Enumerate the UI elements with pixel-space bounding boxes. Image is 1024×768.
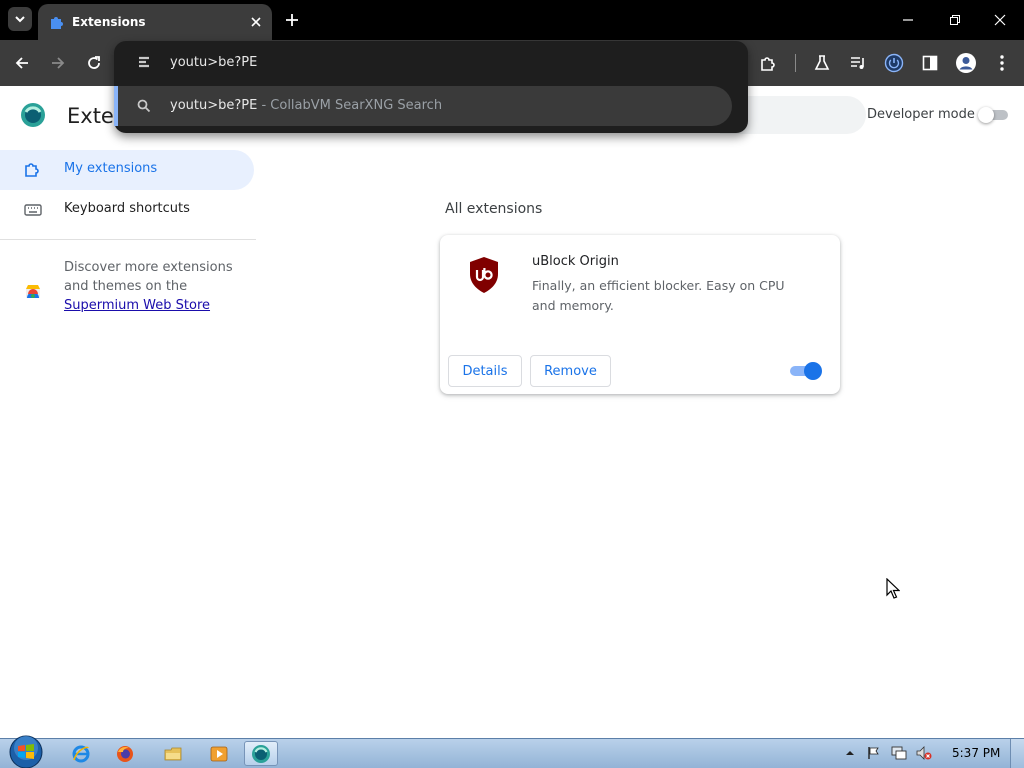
media-controls-icon bbox=[851, 57, 864, 69]
taskbar-file-explorer[interactable] bbox=[156, 741, 190, 766]
taskbar-media-player[interactable] bbox=[202, 741, 236, 766]
web-store-link[interactable]: Supermium Web Store bbox=[64, 298, 210, 313]
close-window-button[interactable] bbox=[988, 8, 1012, 32]
ublock-shield-icon bbox=[470, 257, 498, 293]
extension-enable-toggle[interactable] bbox=[788, 362, 822, 380]
forward-arrow-icon bbox=[52, 57, 65, 69]
tab-title: Extensions bbox=[72, 15, 146, 29]
tab-extensions[interactable]: Extensions bbox=[38, 4, 272, 40]
minimize-button[interactable] bbox=[896, 8, 920, 32]
labs-button[interactable] bbox=[810, 51, 834, 75]
suggestion-selected-indicator bbox=[114, 86, 118, 126]
sidebar-item-label: My extensions bbox=[64, 161, 158, 176]
web-store-description: Discover more extensions and themes on t… bbox=[64, 260, 233, 294]
suggestion-text: youtu>be?PE - CollabVM SearXNG Search bbox=[170, 98, 442, 113]
sidebar-item-label: Keyboard shortcuts bbox=[64, 201, 190, 216]
network-tray[interactable] bbox=[891, 745, 907, 761]
extensions-puzzle-icon bbox=[761, 57, 775, 71]
chevron-down-icon bbox=[15, 16, 25, 23]
close-tab-button[interactable] bbox=[248, 14, 264, 30]
forward-button[interactable] bbox=[46, 51, 70, 75]
address-input[interactable]: youtu>be?PE bbox=[170, 55, 257, 70]
restore-icon bbox=[950, 15, 960, 25]
suggestion-source: - CollabVM SearXNG Search bbox=[257, 98, 443, 113]
volume-tray[interactable] bbox=[916, 745, 932, 761]
web-store-text: Discover more extensions and themes on t… bbox=[64, 258, 240, 315]
new-tab-button[interactable] bbox=[282, 10, 302, 30]
taskbar-firefox[interactable] bbox=[108, 741, 142, 766]
volume-muted-icon bbox=[916, 746, 932, 760]
taskbar-internet-explorer[interactable] bbox=[64, 741, 98, 766]
taskbar-clock[interactable]: 5:37 PM bbox=[952, 746, 1000, 760]
web-store-promo: Discover more extensions and themes on t… bbox=[0, 258, 256, 318]
kebab-menu-icon bbox=[1000, 55, 1004, 71]
extensions-puzzle-icon bbox=[51, 17, 63, 29]
developer-mode-label: Developer mode bbox=[867, 107, 975, 122]
search-icon bbox=[137, 99, 151, 113]
labs-flask-icon bbox=[814, 55, 830, 70]
sidebar-divider bbox=[0, 239, 256, 240]
supermium-icon bbox=[21, 103, 45, 127]
windows-start-icon[interactable] bbox=[8, 735, 44, 768]
omnibox-suggestion[interactable]: youtu>be?PE - CollabVM SearXNG Search bbox=[114, 86, 732, 126]
taskbar-supermium[interactable] bbox=[244, 741, 278, 766]
reload-button[interactable] bbox=[82, 51, 106, 75]
restore-button[interactable] bbox=[943, 8, 967, 32]
show-hidden-icons-button[interactable] bbox=[842, 745, 858, 761]
profile-button[interactable] bbox=[954, 51, 978, 75]
site-info-icon bbox=[139, 56, 149, 68]
action-center-tray[interactable] bbox=[866, 745, 882, 761]
developer-mode-toggle[interactable] bbox=[978, 107, 1010, 123]
section-title: All extensions bbox=[445, 201, 543, 217]
toggle-knob bbox=[804, 362, 822, 380]
chevron-up-icon bbox=[846, 751, 854, 755]
firefox-icon bbox=[117, 745, 133, 762]
profile-icon bbox=[956, 53, 976, 73]
extension-description: Finally, an efficient blocker. Easy on C… bbox=[532, 278, 785, 313]
omnibox-popup: youtu>be?PE youtu>be?PE - CollabVM SearX… bbox=[114, 41, 748, 133]
sidebar-item-keyboard-shortcuts[interactable]: Keyboard shortcuts bbox=[0, 190, 254, 230]
extension-name: uBlock Origin bbox=[532, 254, 619, 269]
toolbar-separator bbox=[795, 54, 796, 72]
address-bar[interactable]: youtu>be?PE bbox=[114, 41, 748, 85]
network-icon bbox=[891, 746, 907, 760]
reload-icon bbox=[88, 56, 100, 69]
tab-search-button[interactable] bbox=[8, 7, 32, 31]
web-store-icon bbox=[26, 285, 40, 298]
toggle-knob bbox=[978, 107, 994, 123]
supermium-icon bbox=[252, 744, 270, 763]
extension-card-ublock: uBlock Origin Finally, an efficient bloc… bbox=[440, 235, 840, 394]
mouse-cursor-icon bbox=[886, 578, 900, 599]
tab-strip: Extensions bbox=[0, 0, 1024, 40]
file-explorer-icon bbox=[164, 747, 182, 760]
side-panel-button[interactable] bbox=[918, 51, 942, 75]
details-button[interactable]: Details bbox=[448, 355, 522, 387]
remove-button[interactable]: Remove bbox=[530, 355, 611, 387]
suggestion-query: youtu>be?PE bbox=[170, 98, 258, 113]
keyboard-icon bbox=[24, 204, 42, 216]
close-icon bbox=[994, 14, 1006, 26]
media-player-icon bbox=[210, 746, 228, 761]
power-icon bbox=[884, 53, 904, 73]
back-arrow-icon bbox=[15, 57, 28, 69]
show-desktop-button[interactable] bbox=[1010, 739, 1024, 768]
media-controls-button[interactable] bbox=[846, 51, 870, 75]
plus-icon bbox=[286, 14, 298, 26]
minimize-icon bbox=[903, 19, 913, 21]
ublock-toolbar-button[interactable] bbox=[882, 51, 906, 75]
internet-explorer-icon bbox=[72, 745, 90, 762]
flag-icon bbox=[868, 747, 879, 759]
side-panel-icon bbox=[922, 55, 938, 71]
back-button[interactable] bbox=[10, 51, 34, 75]
extensions-puzzle-icon bbox=[25, 163, 39, 177]
sidebar-item-my-extensions[interactable]: My extensions bbox=[0, 150, 254, 190]
close-icon bbox=[251, 17, 261, 27]
extensions-button[interactable] bbox=[756, 51, 780, 75]
menu-button[interactable] bbox=[990, 51, 1014, 75]
